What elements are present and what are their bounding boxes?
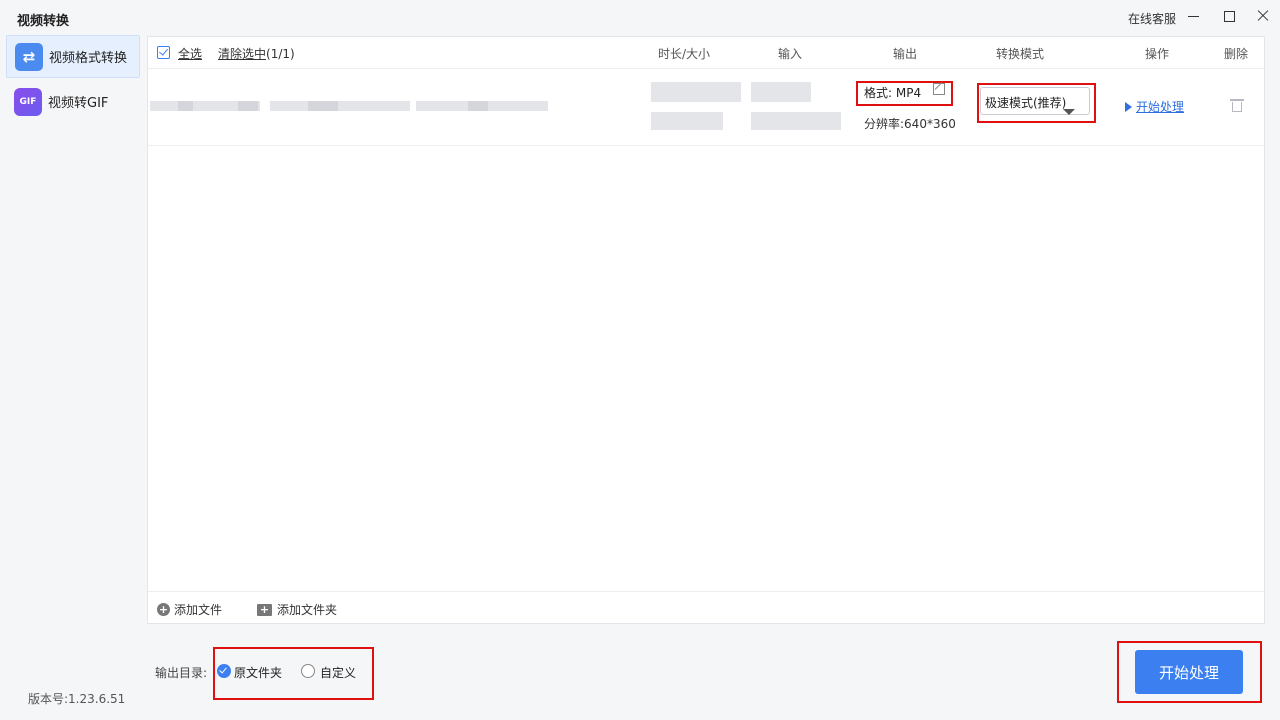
- plus-circle-icon: +: [157, 603, 170, 616]
- output-dir-label: 输出目录:: [155, 666, 208, 680]
- add-file-label: 添加文件: [174, 603, 223, 617]
- sidebar-item-video-format-convert[interactable]: ⇄ 视频格式转换: [6, 35, 140, 78]
- close-icon[interactable]: [1255, 8, 1271, 24]
- version-label: 版本号:1.23.6.51: [28, 692, 126, 706]
- add-folder-label: 添加文件夹: [277, 603, 338, 617]
- add-folder-button[interactable]: + 添加文件夹: [257, 601, 337, 618]
- sidebar-item-video-to-gif[interactable]: GIF 视频转GIF: [6, 80, 140, 123]
- row-start-link[interactable]: 开始处理: [1125, 98, 1184, 115]
- add-bar: + 添加文件 + 添加文件夹: [148, 591, 1264, 623]
- gif-icon: GIF: [14, 87, 42, 116]
- sidebar: ⇄ 视频格式转换 GIF 视频转GIF: [6, 35, 140, 625]
- add-file-button[interactable]: + 添加文件: [157, 601, 222, 618]
- maximize-icon[interactable]: [1221, 8, 1237, 24]
- start-processing-button[interactable]: 开始处理: [1135, 650, 1243, 694]
- title-bar: 视频转换 在线客服: [0, 0, 1280, 34]
- clear-selected-link[interactable]: 清除选中(1/1): [218, 45, 295, 62]
- folder-plus-icon: +: [257, 603, 272, 616]
- sidebar-item-label: 视频转GIF: [48, 96, 109, 111]
- selected-count: (1/1): [266, 47, 295, 61]
- radio-custom-label[interactable]: 自定义: [320, 664, 356, 681]
- clear-selected-label: 清除选中: [218, 47, 267, 61]
- header-delete: 删除: [1224, 47, 1249, 61]
- sidebar-item-label: 视频格式转换: [49, 51, 128, 66]
- radio-original-folder-label[interactable]: 原文件夹: [234, 664, 282, 681]
- header-duration-size: 时长/大小: [658, 47, 711, 61]
- app-title: 视频转换: [17, 14, 70, 29]
- row-start-label: 开始处理: [1136, 100, 1185, 114]
- table-header: 全选 清除选中(1/1) 时长/大小 输入 输出 转换模式 操作 删除: [148, 37, 1264, 69]
- select-all-label[interactable]: 全选: [178, 45, 202, 62]
- file-list-panel: 全选 清除选中(1/1) 时长/大小 输入 输出 转换模式 操作 删除 格式: …: [147, 36, 1265, 624]
- radio-custom[interactable]: [301, 664, 315, 678]
- header-mode: 转换模式: [996, 47, 1045, 61]
- header-input: 输入: [778, 47, 803, 61]
- play-icon: [1125, 102, 1132, 112]
- online-service-link[interactable]: 在线客服: [1128, 10, 1176, 27]
- minimize-icon[interactable]: [1186, 8, 1202, 24]
- header-output: 输出: [893, 47, 918, 61]
- mode-select-value: 极速模式(推荐): [985, 96, 1067, 110]
- radio-original-folder[interactable]: [217, 664, 231, 678]
- select-all-checkbox[interactable]: [157, 46, 170, 59]
- header-action: 操作: [1145, 47, 1170, 61]
- swap-arrows-icon: ⇄: [15, 42, 43, 71]
- chevron-down-icon[interactable]: [1063, 109, 1075, 115]
- table-row: 格式: MP4 分辨率:640*360 极速模式(推荐) 开始处理: [148, 70, 1264, 146]
- output-resolution: 分辨率:640*360: [864, 117, 956, 131]
- output-format: 格式: MP4: [864, 86, 922, 100]
- edit-icon[interactable]: [933, 83, 945, 95]
- trash-icon[interactable]: [1230, 98, 1244, 112]
